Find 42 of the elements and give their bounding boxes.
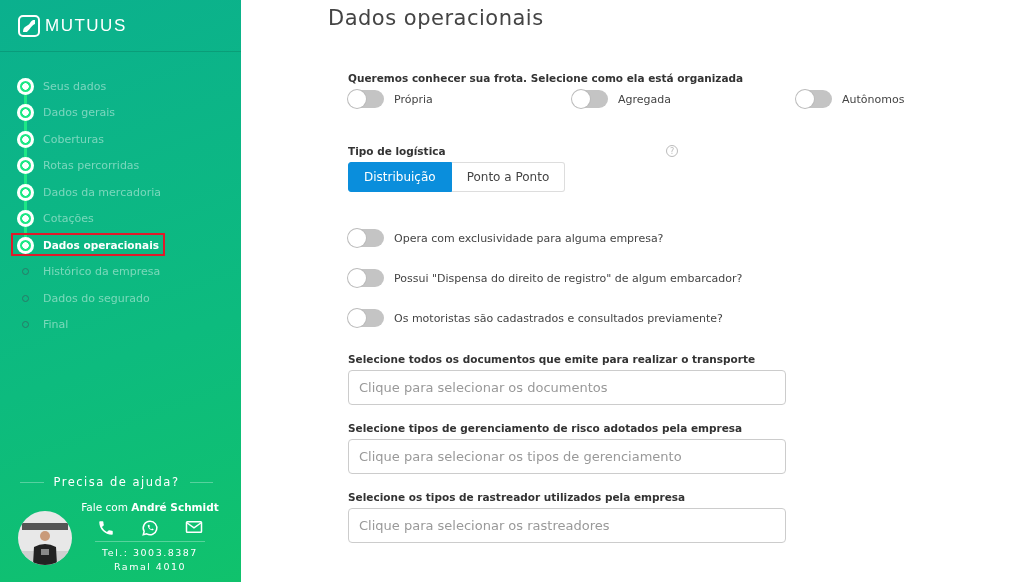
step-link[interactable]: Rotas percorridas: [43, 159, 140, 173]
help-title: Precisa de ajuda?: [53, 475, 180, 489]
toggle-switch[interactable]: [348, 229, 384, 247]
contact-name: Fale com André Schmidt: [81, 501, 219, 513]
step-link[interactable]: Dados do segurado: [43, 291, 150, 305]
chat-bubble-icon[interactable]: [141, 519, 159, 537]
logo-icon: [18, 14, 40, 37]
extension-number: Ramal 4010: [113, 560, 187, 574]
toggle-switch[interactable]: [348, 90, 384, 108]
step-link[interactable]: Dados gerais: [43, 106, 115, 120]
step-link[interactable]: Dados da mercadoria: [43, 185, 161, 199]
field-label: Selecione os tipos de rastreador utilizados pela empresa: [348, 491, 687, 503]
field-label: Selecione tipos de gerenciamento de risco adotados pela empresa: [348, 422, 744, 434]
step-link[interactable]: Seus dados: [43, 79, 107, 93]
field-label: Selecione todos os documentos que emite para realizar o transporte: [348, 353, 757, 365]
question-label: Queremos conhecer sua frota. Selecione como ela está organizada: [348, 72, 745, 84]
page-title: Dados operacionais: [328, 6, 545, 30]
toggle-label: Possui "Dispensa do direito de registro" de algum embarcador?: [394, 271, 743, 285]
toggle-switch[interactable]: [348, 309, 384, 327]
logo-text: MUTUUS: [45, 15, 127, 36]
select-field[interactable]: Clique para selecionar os documentos: [348, 370, 786, 405]
toggle-switch[interactable]: [348, 269, 384, 287]
toggle-switch[interactable]: [796, 90, 832, 108]
toggle-switch[interactable]: [572, 90, 608, 108]
toggle-label: Própria: [394, 92, 433, 106]
step-link[interactable]: Coberturas: [43, 132, 104, 146]
toggle-label: Autônomos: [842, 92, 905, 106]
segment-button[interactable]: Distribuição: [348, 162, 452, 192]
toggle-label: Opera com exclusividade para alguma empresa?: [394, 231, 664, 245]
select-field[interactable]: Clique para selecionar os rastreadores: [348, 508, 786, 543]
step-link[interactable]: Histórico da empresa: [43, 265, 161, 279]
select-field[interactable]: Clique para selecionar os tipos de gerenciamento: [348, 439, 786, 474]
segment-button[interactable]: Ponto a Ponto: [451, 162, 566, 192]
mail-icon[interactable]: [185, 519, 203, 535]
step-link[interactable]: Cotações: [43, 212, 94, 226]
step-link[interactable]: Final: [43, 318, 69, 332]
toggle-label: Agregada: [618, 92, 671, 106]
question-label: Tipo de logística: [348, 145, 446, 157]
phone-number: Tel.: 3003.8387: [102, 546, 198, 560]
step-link[interactable]: Dados operacionais: [43, 239, 159, 252]
toggle-label: Os motoristas são cadastrados e consultados previamente?: [394, 311, 723, 325]
phone-icon[interactable]: [97, 519, 115, 537]
